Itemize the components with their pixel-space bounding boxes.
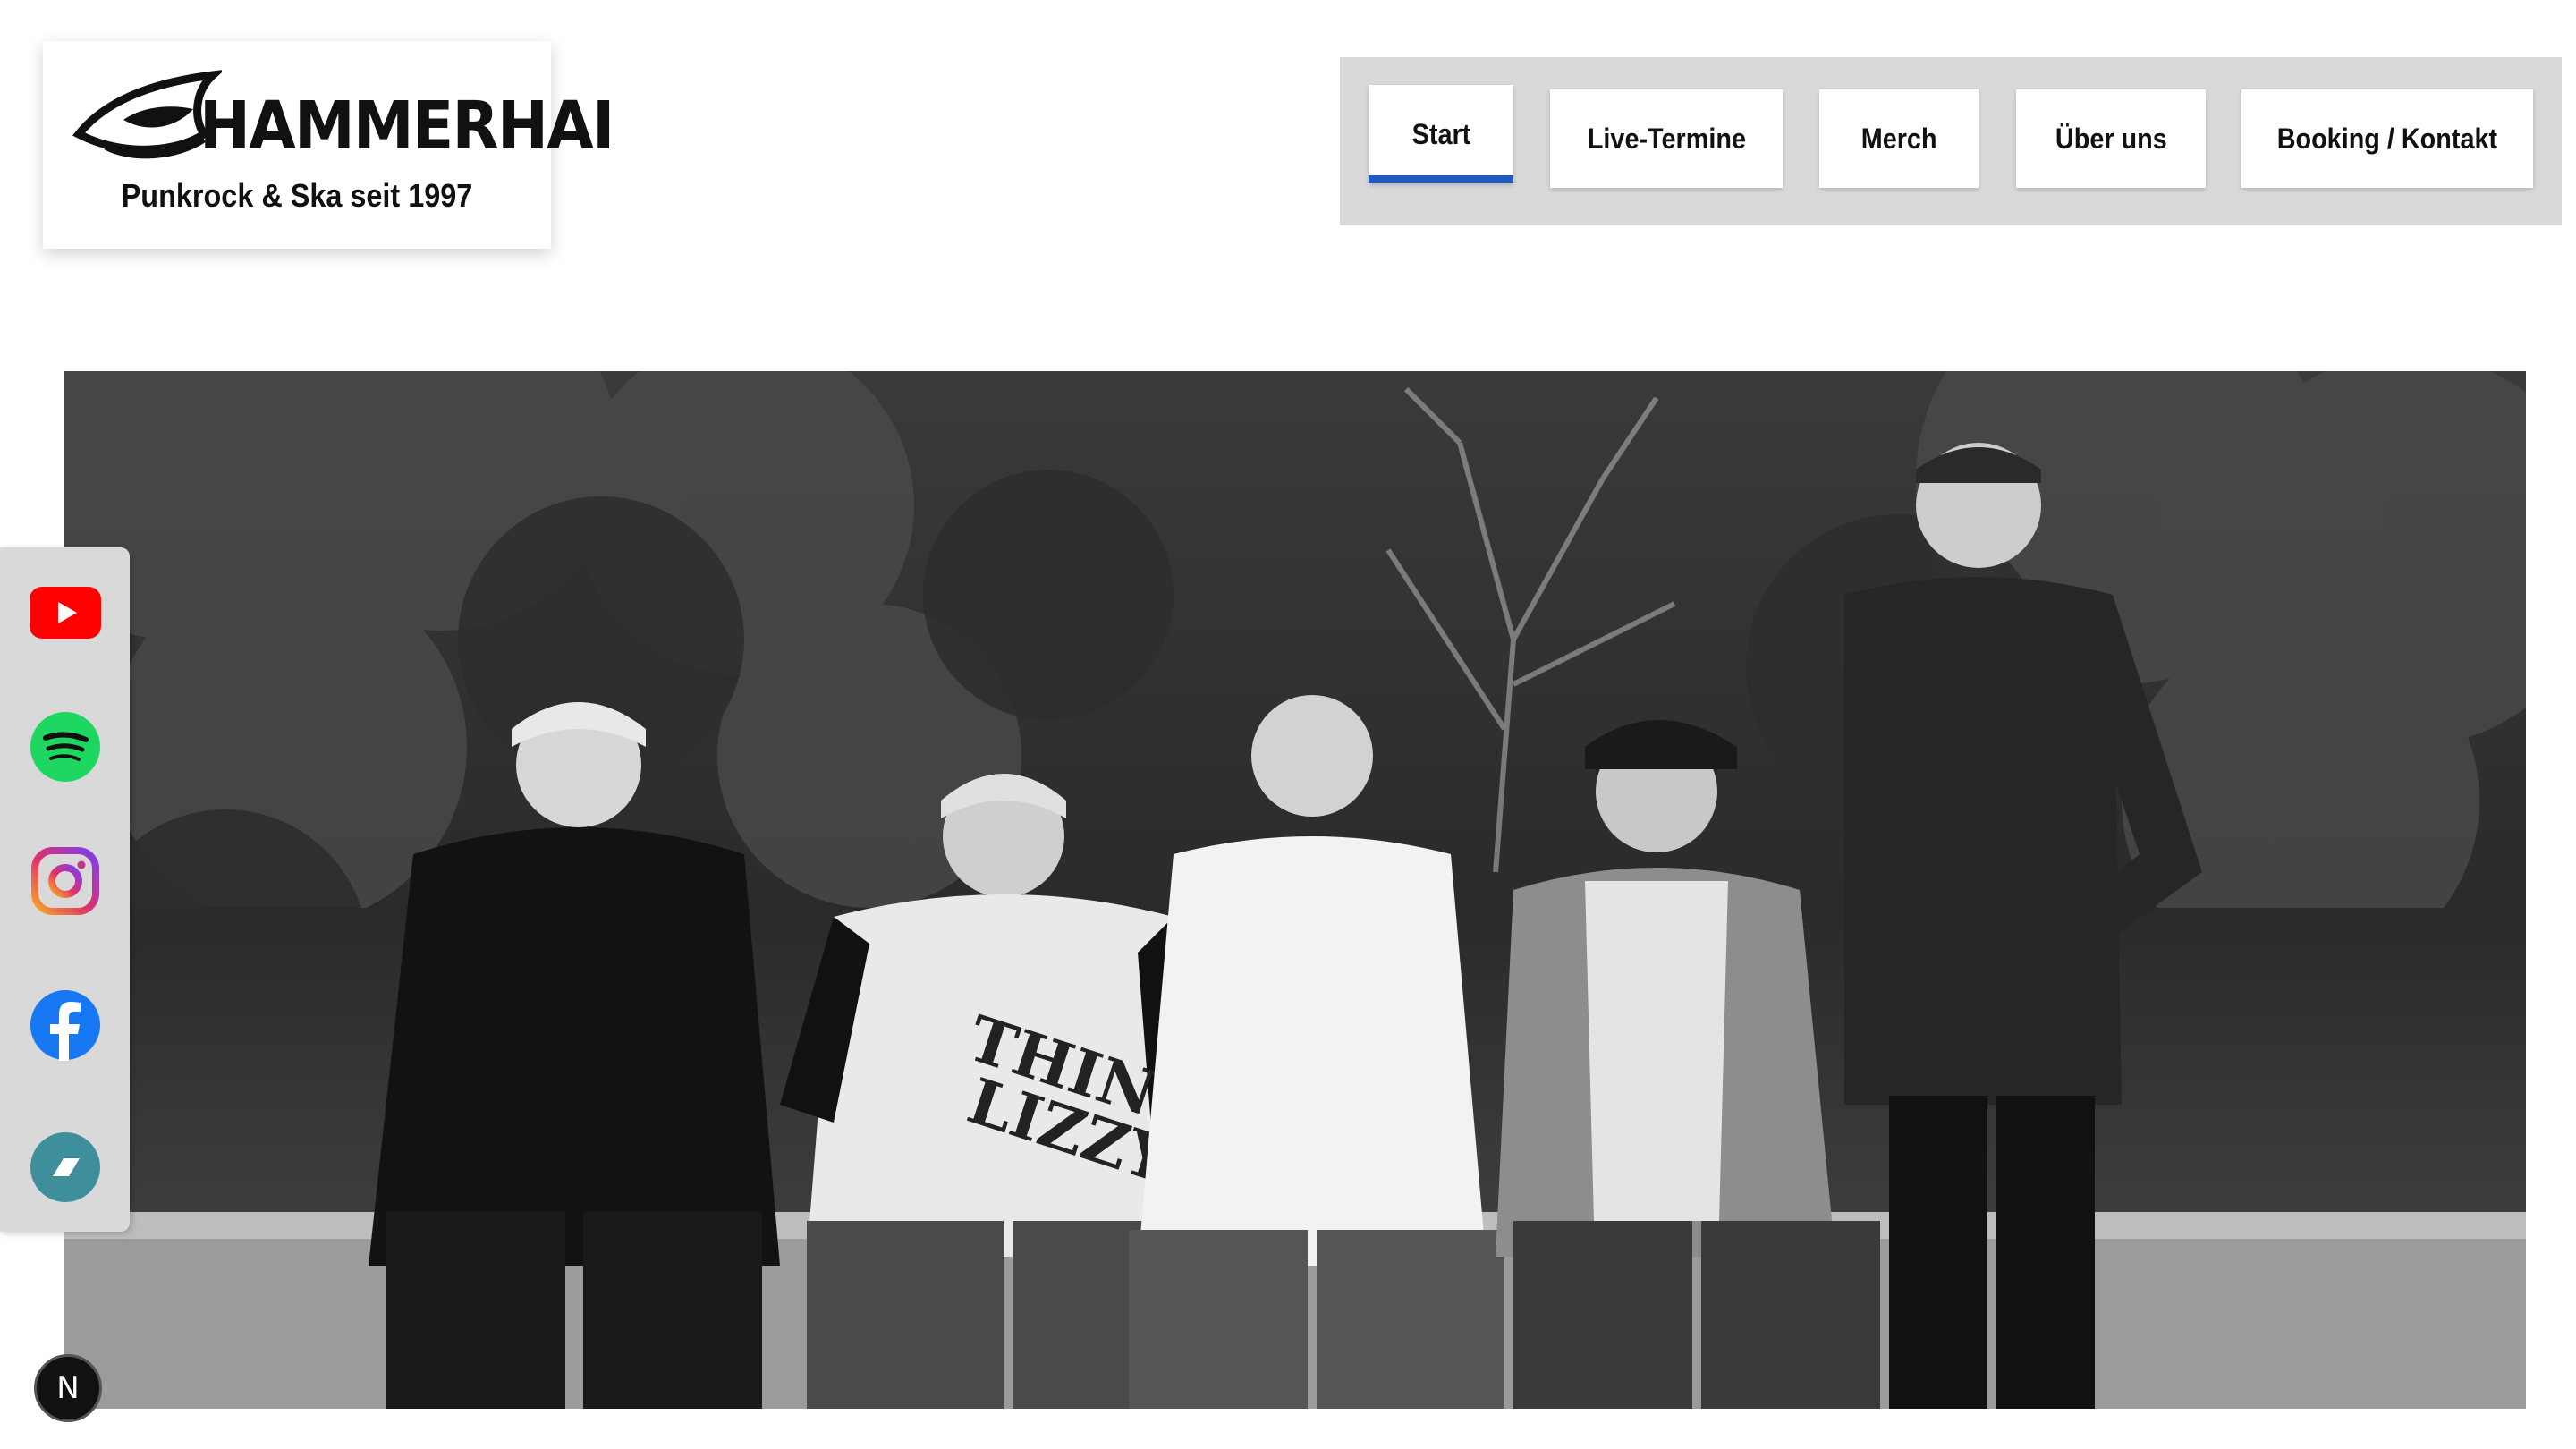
brand-tagline: Punkrock & Ska seit 1997 (121, 177, 473, 214)
bandsintown-link[interactable] (29, 1131, 102, 1204)
brand-name: HAMMERHAI (199, 88, 614, 165)
bandsintown-icon (30, 1132, 100, 1202)
youtube-icon (30, 587, 101, 639)
main-navigation: Start Live-Termine Merch Über uns Bookin… (1340, 57, 2562, 225)
hero-band-photo: THIN LIZZY (64, 371, 2526, 1409)
nav-item-merch[interactable]: Merch (1819, 89, 1979, 188)
facebook-icon (30, 990, 100, 1061)
facebook-link[interactable] (29, 988, 102, 1062)
nav-item-label: Start (1411, 117, 1470, 150)
youtube-link[interactable] (29, 576, 102, 649)
instagram-icon (31, 847, 99, 915)
nav-item-start[interactable]: Start (1368, 85, 1513, 183)
nav-item-live-termine[interactable]: Live-Termine (1550, 89, 1783, 188)
nav-item-label: Über uns (2055, 122, 2167, 155)
nav-item-ueber-uns[interactable]: Über uns (2016, 89, 2206, 188)
instagram-link[interactable] (29, 844, 102, 918)
logo-card[interactable]: HAMMERHAI Punkrock & Ska seit 1997 (43, 41, 614, 249)
spotify-link[interactable] (29, 710, 102, 784)
nav-item-label: Merch (1860, 122, 1937, 155)
nextjs-badge-letter: N (56, 1370, 80, 1406)
nav-item-label: Booking / Kontakt (2276, 122, 2498, 155)
nav-item-label: Live-Termine (1587, 122, 1746, 155)
nav-item-booking-kontakt[interactable]: Booking / Kontakt (2241, 89, 2533, 188)
nextjs-dev-badge[interactable]: N (34, 1354, 102, 1422)
spotify-icon (30, 712, 100, 782)
social-sidebar (0, 547, 130, 1232)
